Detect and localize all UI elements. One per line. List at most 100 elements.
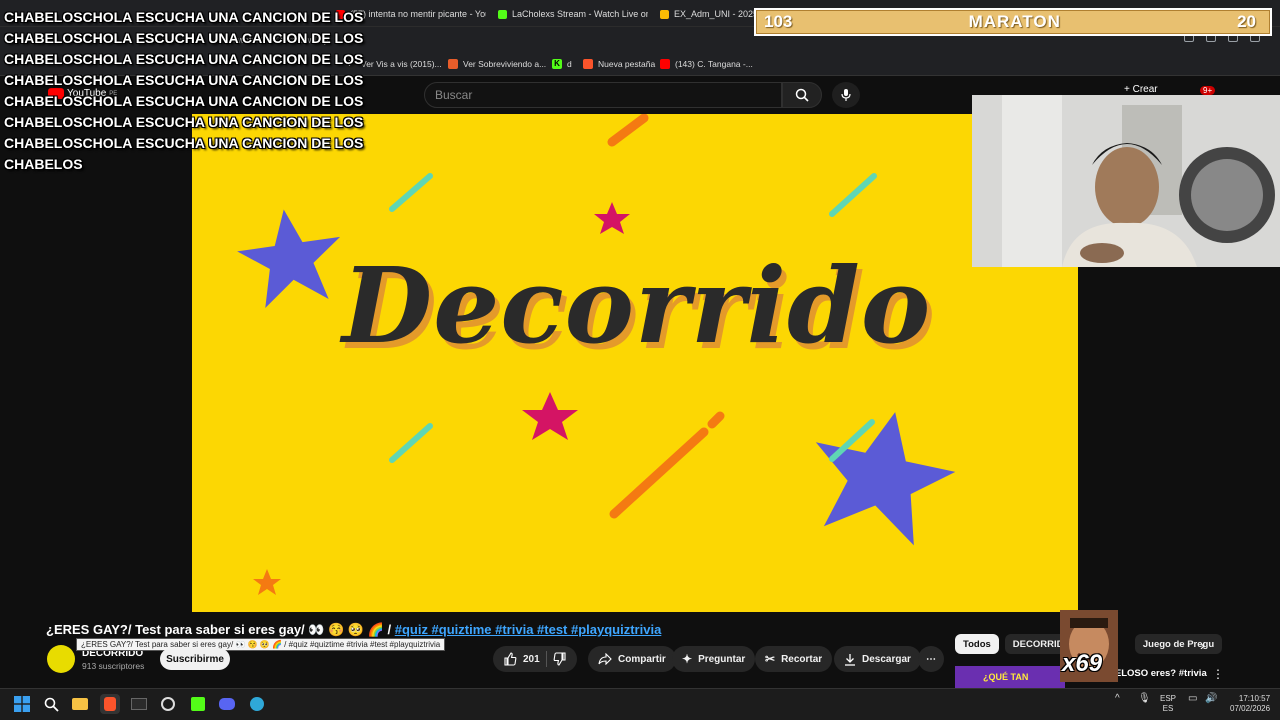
terminal-icon[interactable] (129, 694, 149, 714)
language-indicator[interactable]: ESP ES (1160, 694, 1176, 714)
kick-icon (498, 9, 507, 19)
star-shape (253, 569, 281, 595)
confetti-stripe (607, 114, 649, 147)
like-count[interactable]: 201 (523, 654, 540, 665)
search-icon (44, 697, 59, 712)
recommended-title[interactable]: CELOSO eres? #trivia (1108, 668, 1207, 679)
banner-left-number: 103 (764, 12, 793, 31)
browser-tab-3[interactable]: EX_Adm_UNI - 2025-2 (660, 4, 755, 24)
microphone-icon (841, 89, 851, 101)
star-shape (237, 209, 341, 308)
overlay-line: CHABELOSCHOLA ESCUCHA UNA CANCION DE LOS (4, 114, 364, 130)
brave-browser-icon[interactable] (100, 694, 120, 714)
share-icon (598, 653, 612, 665)
search-button[interactable] (782, 82, 822, 108)
file-explorer-icon[interactable] (70, 694, 90, 714)
bookmark-icon (448, 59, 458, 69)
obs-icon[interactable] (158, 694, 178, 714)
overlay-line: CHABELOS (4, 156, 83, 172)
download-label: Descargar (862, 653, 911, 665)
confetti-stripe (707, 411, 725, 429)
clock-date: 07/02/2026 (1230, 704, 1271, 713)
banner-title: MARATON (968, 12, 1061, 31)
scissors-icon: ✂ (765, 652, 776, 666)
chip-quiz-games[interactable]: Juego de Pregu (1134, 634, 1223, 654)
clock-time: 17:10:57 (1238, 694, 1271, 703)
network-icon[interactable]: ▭ (1188, 694, 1197, 704)
bookmark-label: d (567, 59, 572, 69)
download-icon (845, 653, 855, 666)
star-shape (522, 392, 578, 440)
overlay-line: CHABELOSCHOLA ESCUCHA UNA CANCION DE LOS (4, 51, 364, 67)
taskbar-search-icon[interactable] (41, 694, 61, 714)
kick-app-icon[interactable] (188, 694, 208, 714)
star-shape (815, 412, 956, 546)
video-hashtags[interactable]: #quiz #quiztime #trivia #test #playquizt… (395, 622, 662, 637)
video-player[interactable]: Decorrido (192, 114, 1078, 612)
chevron-right-icon[interactable]: › (1200, 637, 1205, 653)
more-options-icon[interactable]: ⋮ (1212, 667, 1224, 681)
globe-icon[interactable] (247, 694, 267, 714)
more-actions-button[interactable]: ⋯ (918, 646, 944, 672)
discord-icon[interactable] (217, 694, 237, 714)
subscribe-button[interactable]: Suscribirme (160, 648, 230, 670)
channel-avatar[interactable] (47, 645, 75, 673)
bookmark-label: Ver Sobreviviendo a... (463, 59, 547, 69)
clip-label: Recortar (781, 653, 823, 665)
stream-overlay-text: CHABELOSCHOLA ESCUCHA UNA CANCION DE LOS… (4, 7, 364, 175)
webcam-overlay (972, 95, 1280, 267)
confetti-stripe (829, 173, 877, 217)
clock[interactable]: 17:10:57 07/02/2026 (1230, 694, 1270, 714)
bookmark-5[interactable]: (143) C. Tangana -... (660, 55, 753, 73)
recommended-thumbnail[interactable]: ¿QUÉ TAN (955, 666, 1065, 688)
confetti-stripe (389, 173, 433, 212)
brave-icon (583, 59, 593, 69)
microphone-tray-icon[interactable]: 🎙 (1138, 694, 1151, 704)
divider (545, 651, 547, 667)
language-code: ESP (1160, 694, 1177, 703)
confetti-stripe (609, 427, 709, 519)
tray-chevron-icon[interactable]: ^ (1115, 694, 1120, 704)
ask-label: Preguntar (698, 653, 746, 665)
thumbnail-logo-text: Decorrido (342, 244, 932, 367)
tab-label: (57) intenta no mentir picante - YouT (350, 9, 486, 19)
search-placeholder: Buscar (435, 88, 473, 102)
bookmark-3[interactable]: K d (552, 55, 572, 73)
overlay-line: CHABELOSCHOLA ESCUCHA UNA CANCION DE LOS (4, 72, 364, 88)
share-button[interactable]: Compartir (588, 646, 676, 672)
notifications-badge[interactable]: 9+ (1200, 86, 1216, 95)
download-button[interactable]: Descargar (834, 646, 921, 672)
emote-caption: x69 (1062, 650, 1103, 677)
chip-all[interactable]: Todos (955, 634, 999, 654)
overlay-line: CHABELOSCHOLA ESCUCHA UNA CANCION DE LOS (4, 9, 364, 25)
voice-search-button[interactable] (832, 82, 860, 108)
clip-button[interactable]: ✂ Recortar (755, 646, 833, 672)
ask-button[interactable]: ✦ Preguntar (672, 646, 756, 672)
title-tooltip: ¿ERES GAY?/ Test para saber si eres gay/… (76, 638, 446, 651)
browser-tab-2[interactable]: LaCholexs Stream - Watch Live on Ki (498, 4, 648, 24)
search-icon (795, 88, 809, 102)
overlay-line: CHABELOSCHOLA ESCUCHA UNA CANCION DE LOS (4, 135, 364, 151)
windows-start-icon[interactable] (12, 694, 32, 714)
thumbs-down-icon[interactable] (553, 652, 567, 666)
tab-label: LaCholexs Stream - Watch Live on Ki (512, 9, 648, 19)
webcam-feed (972, 95, 1280, 267)
windows-logo (14, 696, 30, 712)
share-label: Compartir (618, 653, 666, 665)
banner-right-number: 20 (1237, 12, 1256, 31)
keyboard-layout: ES (1162, 704, 1174, 713)
sparkle-icon: ✦ (682, 652, 693, 666)
thumbs-up-icon[interactable] (503, 652, 517, 666)
search-input[interactable]: Buscar (424, 82, 782, 108)
tab-label: EX_Adm_UNI - 2025-2 (674, 9, 755, 19)
volume-icon[interactable]: 🔊 (1205, 694, 1217, 704)
rec-thumb-text: ¿QUÉ TAN (983, 672, 1029, 682)
marathon-banner: 103 MARATON 20 (754, 8, 1272, 36)
like-dislike-group: 201 (493, 646, 577, 672)
star-shape (594, 202, 630, 234)
bookmark-2[interactable]: Ver Sobreviviendo a... (448, 55, 546, 73)
create-button[interactable]: + Crear (1124, 84, 1158, 95)
youtube-icon (660, 59, 670, 69)
video-title-text: ¿ERES GAY?/ Test para saber si eres gay/… (46, 622, 392, 637)
bookmark-4[interactable]: Nueva pestaña (583, 55, 655, 73)
